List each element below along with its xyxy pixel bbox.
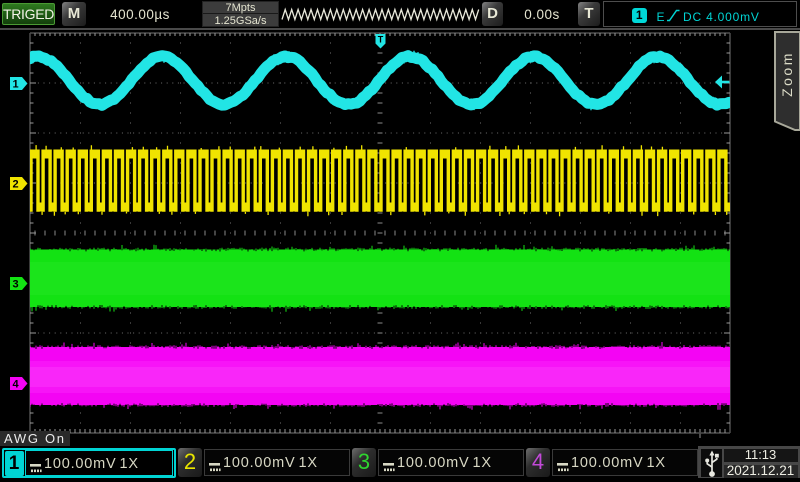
svg-text:2: 2 xyxy=(12,179,18,191)
svg-text:1: 1 xyxy=(12,79,18,91)
svg-text:4: 4 xyxy=(12,379,19,391)
svg-text:3: 3 xyxy=(12,279,18,291)
svg-text:T: T xyxy=(378,35,384,45)
